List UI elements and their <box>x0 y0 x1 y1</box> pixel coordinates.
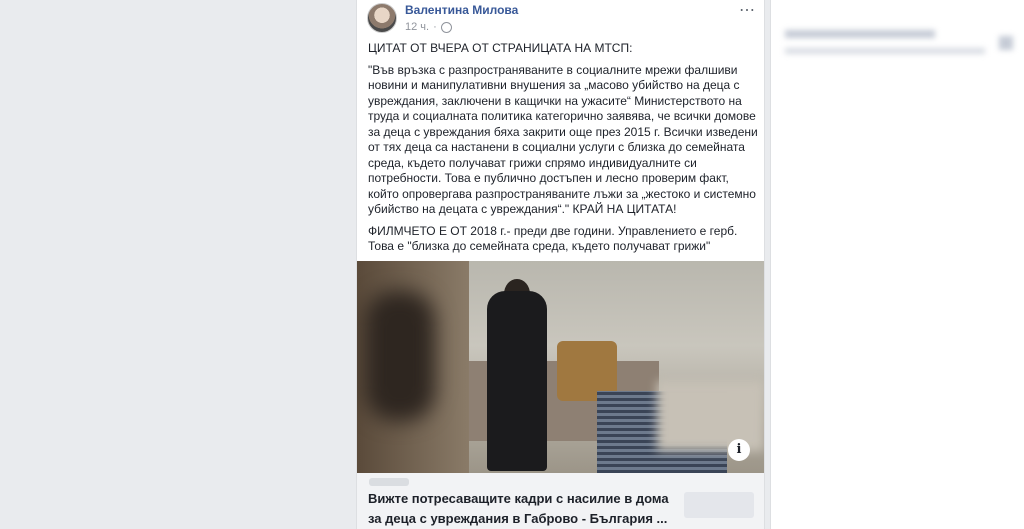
video-thumbnail[interactable]: i <box>357 261 764 473</box>
sidebar-card <box>770 0 1024 529</box>
blurred-area <box>657 381 764 451</box>
globe-icon <box>440 21 452 33</box>
link-preview[interactable]: Вижте потресаващите кадри с насилие в до… <box>357 473 764 529</box>
link-domain-placeholder <box>369 478 409 486</box>
feed-post: Валентина Милова 12 ч. · ⋯ ЦИТАТ ОТ ВЧЕР… <box>356 0 765 529</box>
avatar[interactable] <box>367 3 397 33</box>
blurred-sidebar-content <box>771 0 1024 200</box>
info-icon[interactable]: i <box>728 439 750 461</box>
post-meta: 12 ч. · <box>405 21 452 33</box>
link-title[interactable]: Вижте потресаващите кадри с насилие в до… <box>368 489 678 529</box>
post-text: ЦИТАТ ОТ ВЧЕРА ОТ СТРАНИЦАТА НА МТСП: "В… <box>368 41 758 261</box>
dot-separator: · <box>433 21 437 33</box>
post-paragraph: ФИЛМЧЕТО Е ОТ 2018 г.- преди две години.… <box>368 223 738 254</box>
post-paragraph: "Във връзка с разпространяваните в социа… <box>368 62 758 217</box>
thumbnail-figure <box>487 291 547 471</box>
more-options-icon[interactable]: ⋯ <box>739 0 756 20</box>
author-name[interactable]: Валентина Милова <box>405 3 518 17</box>
link-action-button[interactable] <box>684 492 754 518</box>
blurred-person <box>365 291 435 421</box>
post-timestamp[interactable]: 12 ч. <box>405 21 429 33</box>
post-paragraph: ЦИТАТ ОТ ВЧЕРА ОТ СТРАНИЦАТА НА МТСП: <box>368 41 633 55</box>
